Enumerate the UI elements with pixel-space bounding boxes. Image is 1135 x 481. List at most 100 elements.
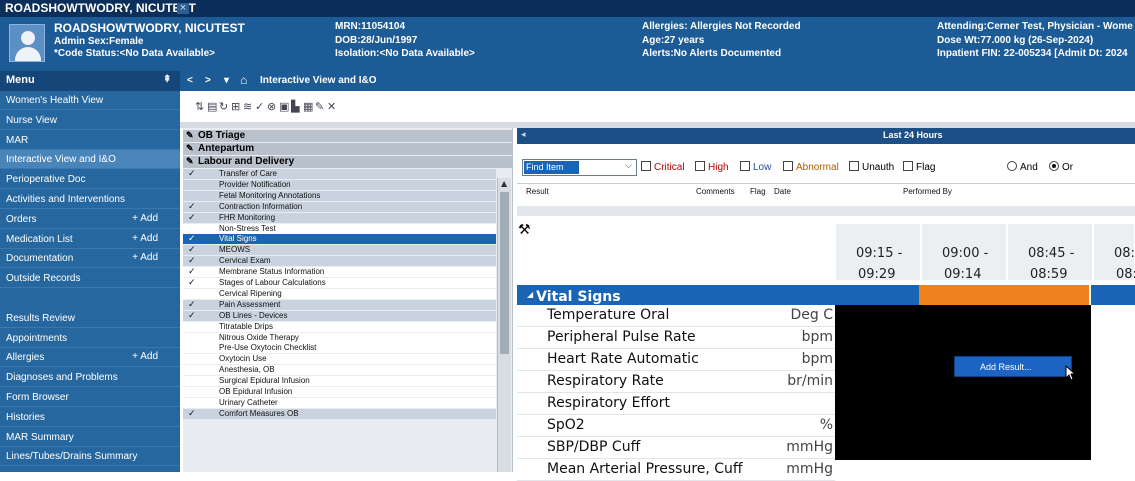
section-header-cell[interactable]: [835, 285, 919, 305]
time-column-header[interactable]: 08:308:: [1094, 224, 1135, 282]
menu-item[interactable]: Appointments: [0, 329, 180, 348]
vital-sign-row[interactable]: Mean Arterial Pressure, Cuff mmHg: [517, 459, 835, 481]
document-icon[interactable]: ▣: [279, 100, 289, 113]
context-menu[interactable]: Add Result...: [954, 356, 1072, 377]
menu-item[interactable]: Diagnoses and Problems: [0, 368, 180, 388]
chart-icon[interactable]: ▙: [291, 100, 299, 113]
band-item[interactable]: ✓ Cervical Exam: [183, 255, 496, 267]
time-column-header[interactable]: 08:45 -08:59: [1008, 224, 1092, 282]
band-item[interactable]: Non-Stress Test: [183, 223, 496, 234]
patient-name[interactable]: ROADSHOWTWODRY, NICUTEST: [54, 21, 245, 35]
band-item[interactable]: ✓ Pain Assessment: [183, 299, 496, 310]
band-item[interactable]: ✓ OB Lines - Devices: [183, 310, 496, 321]
result-cells[interactable]: [835, 305, 1091, 460]
band-item[interactable]: ✓ Membrane Status Information: [183, 266, 496, 278]
scroll-up-icon[interactable]: ▲: [501, 179, 507, 188]
sort-icon[interactable]: ⇅: [195, 100, 204, 113]
band-item[interactable]: ✓ Transfer of Care: [183, 168, 496, 179]
logic-or-radio[interactable]: Or: [1049, 161, 1073, 173]
menu-item[interactable]: Results Review: [0, 309, 180, 328]
allergies-summary[interactable]: Allergies: Allergies Not Recorded: [642, 21, 801, 32]
vital-sign-row[interactable]: Respiratory Rate br/min: [517, 371, 835, 393]
band-item[interactable]: Surgical Epidural Infusion: [183, 376, 496, 387]
column-flag[interactable]: Flag: [750, 187, 766, 196]
menu-item[interactable]: Interactive View and I&O: [0, 150, 180, 170]
band-item[interactable]: Urinary Catheter: [183, 397, 496, 408]
column-performed-by[interactable]: Performed By: [903, 187, 952, 196]
edit-icon[interactable]: ✎: [315, 100, 324, 113]
menu-item[interactable]: Activities and Interventions: [0, 190, 180, 209]
column-comments[interactable]: Comments: [696, 187, 735, 196]
filter-low-checkbox[interactable]: Low: [740, 161, 771, 173]
table-icon[interactable]: ▦: [303, 100, 313, 113]
add-button[interactable]: + Add: [132, 351, 158, 362]
vital-sign-row[interactable]: Temperature Oral Deg C: [517, 305, 835, 327]
close-icon[interactable]: ✕: [327, 100, 336, 113]
add-button[interactable]: + Add: [132, 233, 158, 244]
menu-item[interactable]: Orders + Add: [0, 210, 180, 229]
cancel-icon[interactable]: ⊗: [267, 100, 276, 113]
add-button[interactable]: + Add: [132, 252, 158, 263]
band-item[interactable]: Nitrous Oxide Therapy: [183, 332, 496, 343]
band-section[interactable]: ✎ OB Triage: [183, 130, 513, 142]
filter-flag-checkbox[interactable]: Flag: [903, 161, 935, 173]
menu-item[interactable]: Outside Records: [0, 269, 180, 289]
add-result-menu-item[interactable]: Add Result...: [980, 362, 1032, 372]
band-item[interactable]: ✓ Comfort Measures OB: [183, 408, 496, 419]
flowsheet-tools-icon[interactable]: ⚒: [518, 222, 531, 238]
band-item[interactable]: Anesthesia, OB: [183, 365, 496, 376]
band-item[interactable]: Oxytocin Use: [183, 354, 496, 365]
band-item[interactable]: ✓ Vital Signs: [183, 233, 496, 245]
menu-item[interactable]: Histories: [0, 408, 180, 427]
vital-sign-row[interactable]: SpO2%: [517, 415, 835, 437]
vital-sign-row[interactable]: SBP/DBP Cuff mmHg: [517, 437, 835, 459]
filter-unauth-checkbox[interactable]: Unauth: [849, 161, 894, 173]
band-scrollbar[interactable]: ▲: [497, 178, 511, 472]
home-icon[interactable]: ⌂: [240, 73, 247, 87]
section-header-cell[interactable]: [1091, 285, 1135, 305]
time-column-header[interactable]: 09:15 -09:29: [836, 224, 920, 282]
column-result[interactable]: Result: [526, 187, 549, 196]
menu-item[interactable]: Lines/Tubes/Drains Summary: [0, 447, 180, 467]
band-section[interactable]: ✎ Antepartum: [183, 143, 513, 155]
band-item[interactable]: ✓ Contraction Information: [183, 201, 496, 212]
menu-item[interactable]: MAR Summary: [0, 428, 180, 447]
column-date[interactable]: Date: [774, 187, 791, 196]
filter-abnormal-checkbox[interactable]: Abnormal: [783, 161, 839, 173]
menu-item[interactable]: Documentation + Add: [0, 249, 180, 269]
menu-item[interactable]: Medication List + Add: [0, 230, 180, 249]
band-section[interactable]: ✎ Labour and Delivery: [183, 156, 513, 168]
band-item[interactable]: Cervical Ripening: [183, 288, 496, 299]
chevron-down-icon[interactable]: ▾: [224, 75, 229, 86]
menu-item[interactable]: MAR: [0, 131, 180, 150]
sheet-icon[interactable]: ▤: [207, 100, 217, 113]
time-column-header[interactable]: 09:00 -09:14: [922, 224, 1006, 282]
band-item[interactable]: ✓ Stages of Labour Calculations: [183, 277, 496, 288]
alerts[interactable]: Alerts:No Alerts Documented: [642, 48, 781, 59]
vital-sign-row[interactable]: Respiratory Effort: [517, 393, 835, 415]
grid-icon[interactable]: ⊞: [231, 100, 240, 113]
band-item[interactable]: ✓ FHR Monitoring: [183, 212, 496, 223]
pin-icon[interactable]: ⇞: [163, 74, 171, 85]
band-item[interactable]: OB Epidural Infusion: [183, 387, 496, 397]
filter-high-checkbox[interactable]: High: [695, 161, 729, 173]
band-item[interactable]: Pre-Use Oxytocin Checklist: [183, 343, 496, 354]
add-button[interactable]: + Add: [132, 213, 158, 224]
back-arrow-icon[interactable]: <: [187, 75, 193, 86]
menu-item[interactable]: Women's Health View: [0, 91, 180, 110]
vital-sign-row[interactable]: Heart Rate Automatic bpm: [517, 349, 835, 371]
menu-item[interactable]: Form Browser: [0, 388, 180, 407]
menu-item[interactable]: Perioperative Doc: [0, 170, 180, 190]
find-item-select[interactable]: Find Item ⌵: [522, 159, 637, 176]
vital-sign-row[interactable]: Peripheral Pulse Rate bpm: [517, 327, 835, 349]
band-item[interactable]: Titratable Drips: [183, 321, 496, 332]
scroll-left-icon[interactable]: ◂: [521, 130, 526, 140]
forward-arrow-icon[interactable]: >: [205, 75, 211, 86]
band-item[interactable]: ✓ MEOWS: [183, 244, 496, 256]
section-header-cell[interactable]: [919, 285, 1089, 305]
vital-signs-section-header[interactable]: ◢ Vital Signs: [517, 285, 1135, 305]
menu-item[interactable]: Allergies + Add: [0, 348, 180, 368]
band-item[interactable]: Provider Notification: [183, 179, 496, 190]
filter-critical-checkbox[interactable]: Critical: [641, 161, 685, 173]
wave-icon[interactable]: ≋: [243, 100, 252, 113]
